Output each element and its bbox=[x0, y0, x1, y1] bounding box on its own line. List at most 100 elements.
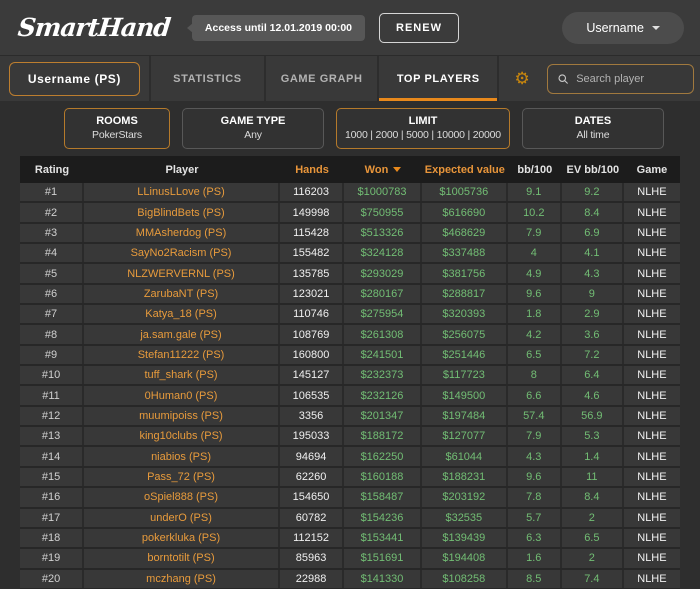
expected-value-cell: $194408 bbox=[422, 549, 508, 568]
top-players-table: Rating Player Hands Won Expected value b… bbox=[20, 156, 680, 589]
rating-cell: #17 bbox=[20, 508, 85, 527]
column-header-player[interactable]: Player bbox=[84, 164, 280, 176]
filter-game-type[interactable]: GAME TYPE Any bbox=[182, 107, 325, 149]
column-header-rating[interactable]: Rating bbox=[20, 164, 84, 176]
ev-bb100-cell: 6.5 bbox=[562, 528, 624, 548]
tab-username[interactable]: Username (PS) bbox=[0, 56, 151, 101]
expected-value-cell: $127077 bbox=[422, 427, 508, 446]
hands-cell: 3356 bbox=[280, 406, 345, 426]
column-header-expected-value[interactable]: Expected value bbox=[422, 164, 508, 176]
bb100-cell: 9.6 bbox=[508, 284, 562, 304]
expected-value-cell: $139439 bbox=[422, 528, 508, 548]
column-header-game[interactable]: Game bbox=[624, 164, 680, 176]
expected-value-cell: $320393 bbox=[422, 305, 508, 324]
table-row: #15 Pass_72 (PS) 62260 $160188 $188231 9… bbox=[20, 467, 680, 489]
filter-rooms-value: PokerStars bbox=[92, 128, 142, 141]
bb100-cell: 6.5 bbox=[508, 345, 562, 365]
bb100-cell: 10.2 bbox=[508, 203, 562, 222]
player-link[interactable]: niabios (PS) bbox=[84, 447, 281, 466]
won-cell: $513326 bbox=[344, 223, 422, 243]
hands-cell: 116203 bbox=[280, 183, 345, 202]
ev-bb100-cell: 2.9 bbox=[562, 305, 624, 324]
player-link[interactable]: mczhang (PS) bbox=[84, 569, 281, 588]
player-link[interactable]: borntotilt (PS) bbox=[84, 549, 281, 568]
rating-cell: #14 bbox=[20, 447, 85, 466]
won-cell: $141330 bbox=[344, 569, 422, 588]
won-cell: $261308 bbox=[344, 325, 422, 344]
player-link[interactable]: king10clubs (PS) bbox=[84, 427, 281, 446]
player-link[interactable]: Stefan11222 (PS) bbox=[84, 345, 281, 365]
hands-cell: 62260 bbox=[280, 467, 345, 487]
column-header-bb100[interactable]: bb/100 bbox=[508, 164, 562, 176]
hands-cell: 154650 bbox=[280, 488, 345, 507]
search-box[interactable] bbox=[546, 63, 694, 94]
game-cell: NLHE bbox=[637, 450, 667, 463]
won-cell: $154236 bbox=[344, 508, 422, 527]
won-cell: $160188 bbox=[344, 467, 422, 487]
player-link[interactable]: MMAsherdog (PS) bbox=[84, 223, 281, 243]
game-cell: NLHE bbox=[637, 287, 667, 300]
bb100-cell: 4.2 bbox=[508, 325, 562, 344]
table-body: #1 LLinusLLove (PS) 116203 $1000783 $100… bbox=[20, 183, 680, 589]
player-link[interactable]: Pass_72 (PS) bbox=[84, 467, 281, 487]
player-link[interactable]: pokerkluka (PS) bbox=[84, 528, 281, 548]
player-link[interactable]: oSpiel888 (PS) bbox=[84, 488, 281, 507]
username-tab-button[interactable]: Username (PS) bbox=[8, 61, 141, 96]
search-icon bbox=[558, 73, 568, 84]
hands-cell: 123021 bbox=[280, 284, 345, 304]
player-link[interactable]: NLZWERVERNL (PS) bbox=[84, 264, 281, 283]
column-header-hands[interactable]: Hands bbox=[280, 164, 344, 176]
player-link[interactable]: muumipoiss (PS) bbox=[84, 406, 281, 426]
game-cell: NLHE bbox=[637, 206, 667, 219]
table-row: #12 muumipoiss (PS) 3356 $201347 $197484… bbox=[20, 406, 680, 428]
player-link[interactable]: underO (PS) bbox=[84, 508, 281, 527]
table-row: #14 niabios (PS) 94694 $162250 $61044 4.… bbox=[20, 447, 680, 468]
game-cell: NLHE bbox=[637, 389, 667, 402]
filter-bar: ROOMS PokerStars GAME TYPE Any LIMIT 100… bbox=[0, 101, 700, 155]
player-link[interactable]: ZarubaNT (PS) bbox=[84, 284, 281, 304]
hands-cell: 115428 bbox=[280, 223, 345, 243]
table-row: #13 king10clubs (PS) 195033 $188172 $127… bbox=[20, 427, 680, 448]
table-row: #2 BigBlindBets (PS) 149998 $750955 $616… bbox=[20, 203, 680, 224]
tab-statistics[interactable]: STATISTICS bbox=[151, 56, 267, 101]
expected-value-cell: $117723 bbox=[422, 366, 508, 385]
player-link[interactable]: tuff_shark (PS) bbox=[84, 366, 281, 385]
column-header-ev-bb100[interactable]: EV bb/100 bbox=[562, 164, 624, 176]
hands-cell: 94694 bbox=[280, 447, 345, 466]
filter-limit[interactable]: LIMIT 1000 | 2000 | 5000 | 10000 | 20000 bbox=[336, 107, 510, 149]
ev-bb100-cell: 4.1 bbox=[562, 244, 624, 263]
gear-icon[interactable]: ⚙ bbox=[514, 70, 529, 87]
rating-cell: #6 bbox=[20, 284, 85, 304]
tab-top-players[interactable]: TOP PLAYERS bbox=[379, 56, 500, 101]
player-link[interactable]: BigBlindBets (PS) bbox=[84, 203, 281, 222]
player-link[interactable]: ja.sam.gale (PS) bbox=[84, 325, 281, 344]
rating-cell: #4 bbox=[20, 244, 85, 263]
renew-button[interactable]: RENEW bbox=[379, 12, 459, 43]
user-menu-button[interactable]: Username bbox=[562, 11, 684, 44]
rating-cell: #7 bbox=[20, 305, 85, 324]
table-row: #9 Stefan11222 (PS) 160800 $241501 $2514… bbox=[20, 345, 680, 367]
filter-rooms[interactable]: ROOMS PokerStars bbox=[64, 107, 170, 149]
filter-limit-value: 1000 | 2000 | 5000 | 10000 | 20000 bbox=[345, 128, 501, 141]
player-link[interactable]: Katya_18 (PS) bbox=[84, 305, 281, 324]
player-link[interactable]: SayNo2Racism (PS) bbox=[84, 244, 281, 263]
column-header-won[interactable]: Won bbox=[344, 164, 422, 176]
expected-value-cell: $337488 bbox=[422, 244, 508, 263]
expected-value-cell: $1005736 bbox=[422, 183, 508, 202]
search-input[interactable] bbox=[576, 72, 683, 85]
player-link[interactable]: 0Human0 (PS) bbox=[84, 386, 281, 405]
hands-cell: 145127 bbox=[280, 366, 345, 385]
nav-bar: Username (PS) STATISTICS GAME GRAPH TOP … bbox=[0, 55, 700, 101]
tab-game-graph[interactable]: GAME GRAPH bbox=[266, 56, 380, 101]
player-link[interactable]: LLinusLLove (PS) bbox=[84, 183, 281, 202]
won-cell: $151691 bbox=[344, 549, 422, 568]
filter-dates-title: DATES bbox=[574, 114, 612, 127]
table-row: #16 oSpiel888 (PS) 154650 $158487 $20319… bbox=[20, 488, 680, 509]
bb100-cell: 1.6 bbox=[508, 549, 562, 568]
ev-bb100-cell: 4.6 bbox=[562, 386, 624, 405]
bb100-cell: 9.1 bbox=[508, 183, 562, 202]
won-cell: $153441 bbox=[344, 528, 422, 548]
hands-cell: 112152 bbox=[280, 528, 345, 548]
filter-dates[interactable]: DATES All time bbox=[521, 107, 664, 149]
game-cell: NLHE bbox=[637, 328, 667, 341]
